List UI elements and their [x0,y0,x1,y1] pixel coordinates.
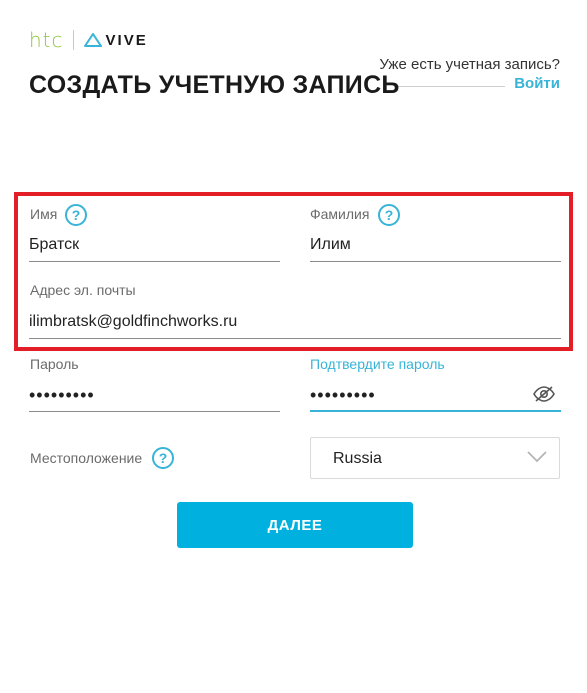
location-label: Местоположение [30,450,143,466]
highlight-frame [14,192,573,351]
page-title: СОЗДАТЬ УЧЕТНУЮ ЗАПИСЬ [29,71,400,99]
confirm-password-input[interactable] [310,380,561,410]
login-link[interactable]: Войти [514,75,560,92]
password-input[interactable] [29,380,280,410]
vive-wordmark: VIVE [105,31,148,49]
password-field[interactable] [29,380,280,412]
chevron-down-icon [527,451,547,463]
brand-divider [72,30,74,50]
has-account-text: Уже есть учетная запись? [379,56,560,73]
confirm-password-label: Подтвердите пароль [310,356,445,372]
location-select[interactable]: Russia [310,437,560,479]
vive-logo: VIVE [83,31,148,49]
next-button[interactable]: ДАЛЕЕ [177,502,413,548]
password-label: Пароль [30,356,79,372]
login-divider [397,86,505,87]
brand-logo: htc VIVE [29,30,148,50]
vive-logo-icon [83,33,102,47]
confirm-password-field[interactable] [310,380,561,412]
location-help-icon[interactable]: ? [152,447,174,469]
htc-logo: htc [29,28,64,52]
location-select-value: Russia [333,450,382,467]
eye-off-icon[interactable] [533,386,555,402]
